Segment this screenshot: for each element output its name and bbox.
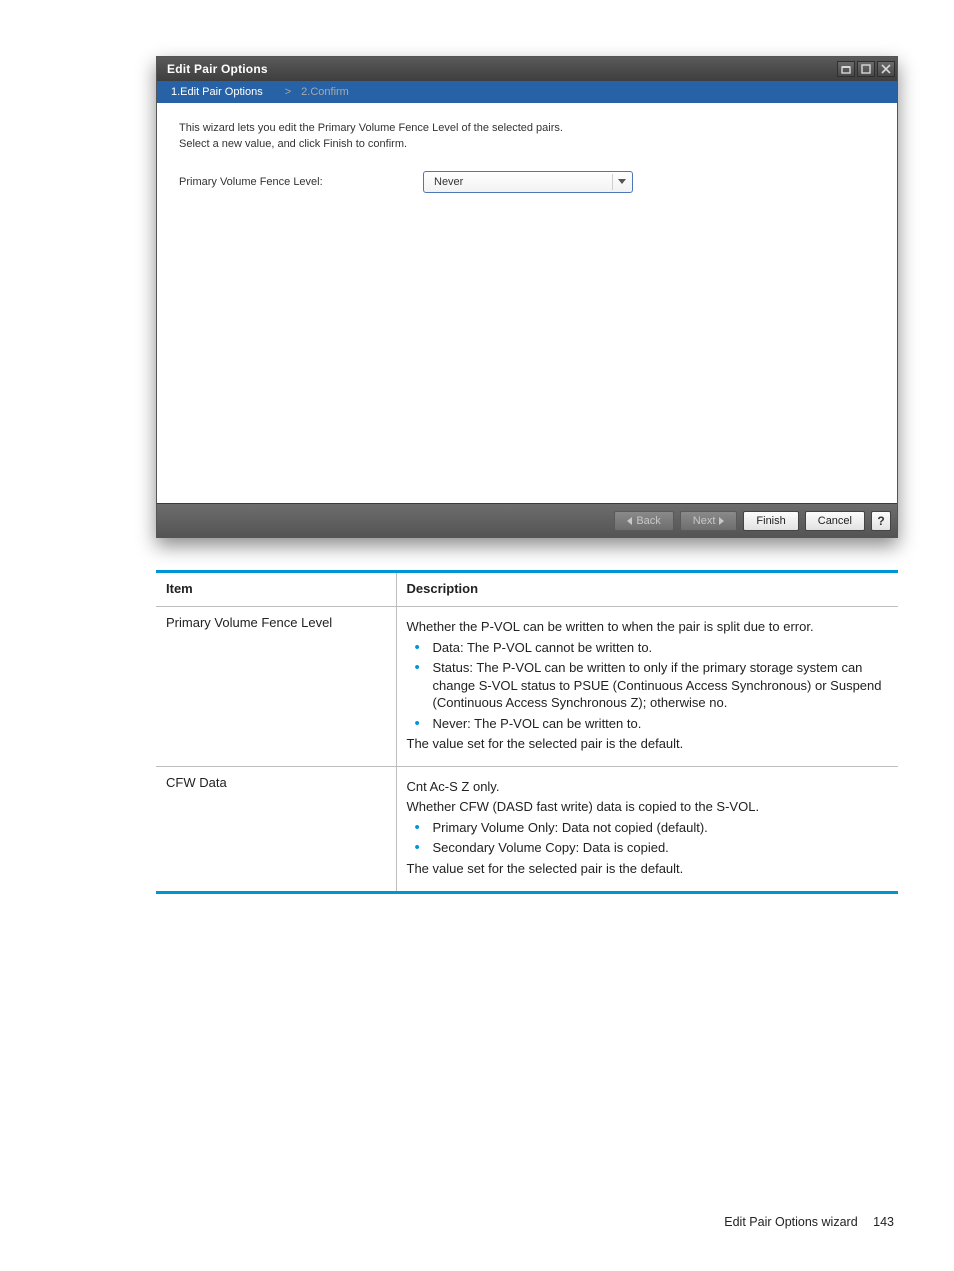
desc-bullet: Status: The P-VOL can be written to only… <box>423 659 889 712</box>
titlebar: Edit Pair Options <box>157 57 897 81</box>
desc-lead2: Cnt Ac-S Z only. <box>407 778 889 796</box>
fence-level-select[interactable]: Never <box>423 171 633 193</box>
cancel-button[interactable]: Cancel <box>805 511 865 531</box>
table-row: Primary Volume Fence Level Whether the P… <box>156 607 898 767</box>
item-cell: CFW Data <box>156 766 396 892</box>
th-item: Item <box>156 572 396 607</box>
th-desc: Description <box>396 572 898 607</box>
chevron-down-icon <box>612 174 630 190</box>
desc-cell: Cnt Ac-S Z only. Whether CFW (DASD fast … <box>396 766 898 892</box>
intro-text: This wizard lets you edit the Primary Vo… <box>179 121 877 153</box>
maximize-icon[interactable] <box>857 61 875 77</box>
table-row: CFW Data Cnt Ac-S Z only. Whether CFW (D… <box>156 766 898 892</box>
wizard-steps: 1.Edit Pair Options > 2.Confirm <box>157 81 897 103</box>
dialog-window: Edit Pair Options 1.Edit Pair Options > … <box>156 56 898 538</box>
restore-icon[interactable] <box>837 61 855 77</box>
dialog-title: Edit Pair Options <box>167 62 835 76</box>
desc-lead: Whether the P-VOL can be written to when… <box>407 618 889 636</box>
desc-trail: The value set for the selected pair is t… <box>407 860 889 878</box>
dialog-body: This wizard lets you edit the Primary Vo… <box>157 103 897 503</box>
chevron-right-icon <box>719 517 724 525</box>
step-separator-icon: > <box>285 86 291 98</box>
next-label: Next <box>693 515 716 527</box>
select-value: Never <box>434 176 463 188</box>
chevron-left-icon <box>627 517 632 525</box>
desc-cell: Whether the P-VOL can be written to when… <box>396 607 898 767</box>
footer-text: Edit Pair Options wizard <box>724 1215 857 1229</box>
dialog-footer: Back Next Finish Cancel ? <box>157 503 897 537</box>
intro-line-1: This wizard lets you edit the Primary Vo… <box>179 122 563 134</box>
description-table: Item Description Primary Volume Fence Le… <box>156 570 898 894</box>
help-button[interactable]: ? <box>871 511 891 531</box>
page-footer: Edit Pair Options wizard 143 <box>724 1215 894 1229</box>
page-number: 143 <box>873 1215 894 1229</box>
desc-bullet: Secondary Volume Copy: Data is copied. <box>423 839 889 857</box>
form-row-fence-level: Primary Volume Fence Level: Never <box>179 171 877 193</box>
desc-trail: The value set for the selected pair is t… <box>407 735 889 753</box>
step-2: 2.Confirm <box>297 85 353 99</box>
back-label: Back <box>636 515 660 527</box>
fence-level-label: Primary Volume Fence Level: <box>179 176 423 188</box>
desc-bullet: Never: The P-VOL can be written to. <box>423 715 889 733</box>
desc-bullet: Data: The P-VOL cannot be written to. <box>423 639 889 657</box>
intro-line-2: Select a new value, and click Finish to … <box>179 138 407 150</box>
close-icon[interactable] <box>877 61 895 77</box>
finish-button[interactable]: Finish <box>743 511 798 531</box>
next-button[interactable]: Next <box>680 511 738 531</box>
step-1: 1.Edit Pair Options <box>167 85 267 99</box>
item-cell: Primary Volume Fence Level <box>156 607 396 767</box>
back-button[interactable]: Back <box>614 511 673 531</box>
desc-bullet: Primary Volume Only: Data not copied (de… <box>423 819 889 837</box>
desc-lead: Whether CFW (DASD fast write) data is co… <box>407 798 889 816</box>
